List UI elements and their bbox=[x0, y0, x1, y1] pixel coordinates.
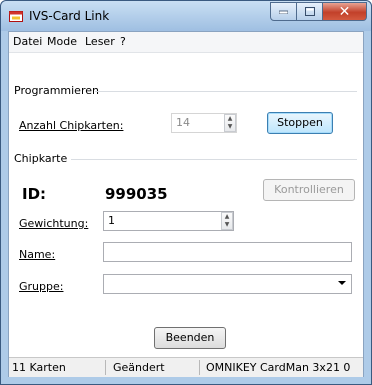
beenden-button[interactable]: Beenden bbox=[154, 327, 226, 349]
minimize-button[interactable] bbox=[270, 2, 297, 21]
main-window: IVS-Card Link ✕ Datei Mode Leser ? Progr… bbox=[0, 0, 372, 385]
gewichtung-value: 1 bbox=[108, 214, 115, 227]
section-chipkarte: Chipkarte bbox=[14, 152, 68, 165]
client-area: Datei Mode Leser ? Programmieren Anzahl … bbox=[8, 31, 364, 377]
menu-help[interactable]: ? bbox=[120, 35, 126, 48]
window-title: IVS-Card Link bbox=[29, 9, 110, 23]
status-state: Geändert bbox=[113, 361, 165, 374]
status-bar: 11 Karten Geändert OMNIKEY CardMan 3x21 … bbox=[9, 357, 363, 377]
title-bar[interactable]: IVS-Card Link ✕ bbox=[1, 1, 371, 31]
name-input[interactable] bbox=[103, 242, 352, 262]
status-divider bbox=[105, 360, 106, 375]
menu-mode[interactable]: Mode bbox=[47, 35, 77, 48]
minimize-icon bbox=[279, 10, 288, 14]
stoppen-button[interactable]: Stoppen bbox=[267, 112, 333, 134]
section-divider bbox=[95, 91, 357, 92]
anzahl-label: Anzahl Chipkarten: bbox=[19, 119, 124, 132]
gruppe-label: Gruppe: bbox=[19, 280, 64, 293]
status-reader: OMNIKEY CardMan 3x21 0 bbox=[206, 361, 351, 374]
menu-datei[interactable]: Datei bbox=[13, 35, 42, 48]
gewichtung-label: Gewichtung: bbox=[19, 217, 89, 230]
id-label: ID: bbox=[22, 185, 47, 203]
section-divider bbox=[71, 159, 357, 160]
status-divider bbox=[199, 360, 200, 375]
kontrollieren-button[interactable]: Kontrollieren bbox=[263, 179, 355, 201]
gewichtung-input[interactable]: 1 bbox=[103, 211, 234, 231]
name-label: Name: bbox=[19, 248, 56, 261]
maximize-icon bbox=[304, 7, 315, 16]
id-value: 999035 bbox=[105, 185, 168, 203]
chevron-down-icon bbox=[338, 281, 346, 285]
close-button[interactable]: ✕ bbox=[323, 2, 367, 21]
status-count: 11 Karten bbox=[12, 361, 66, 374]
close-icon: ✕ bbox=[338, 3, 351, 20]
gruppe-dropdown[interactable] bbox=[103, 274, 352, 294]
section-programmieren: Programmieren bbox=[14, 84, 99, 97]
menu-leser[interactable]: Leser bbox=[85, 35, 115, 48]
card-reader-icon bbox=[9, 11, 23, 22]
maximize-button[interactable] bbox=[297, 2, 323, 21]
menu-bar: Datei Mode Leser ? bbox=[9, 32, 363, 53]
anzahl-value: 14 bbox=[176, 116, 190, 129]
anzahl-spinner[interactable]: ▲ ▼ bbox=[224, 114, 236, 132]
gewichtung-spinner[interactable]: ▲ ▼ bbox=[221, 212, 233, 230]
